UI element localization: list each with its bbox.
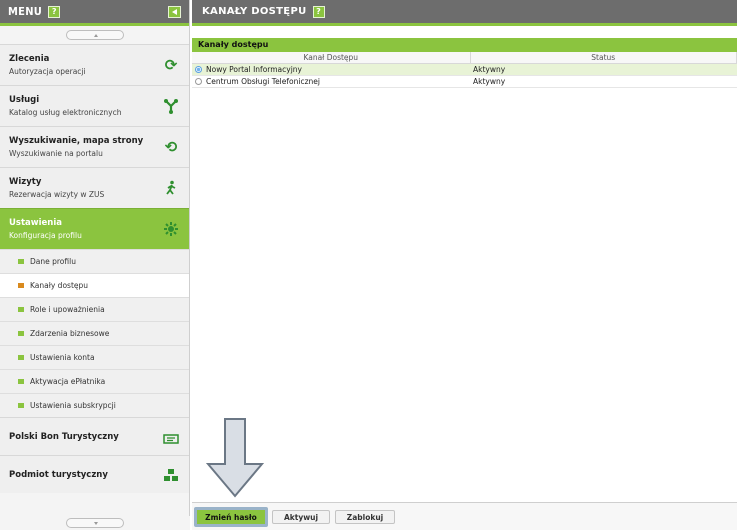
sub-item-label: Role i upoważnienia — [30, 305, 105, 314]
menu-item-title: Ustawienia — [9, 218, 62, 228]
table-cell-channel: Nowy Portal Informacyjny — [192, 63, 470, 76]
bullet-icon — [18, 331, 24, 336]
menu-item-subtitle: Katalog usług elektronicznych — [9, 108, 122, 117]
bullet-icon — [18, 355, 24, 360]
refresh-icon: ⟳ — [164, 56, 178, 74]
scroll-up-button[interactable] — [65, 30, 124, 40]
row-radio-button[interactable] — [195, 66, 202, 73]
sub-item-label: Dane profilu — [30, 257, 76, 266]
group-icon — [163, 468, 179, 484]
sub-item-kanaly-dostepu[interactable]: Kanały dostępu — [0, 273, 189, 297]
sub-item-zdarzenia[interactable]: Zdarzenia biznesowe — [0, 321, 189, 345]
menu-item-bon-turystyczny[interactable]: Polski Bon Turystyczny — [0, 417, 189, 455]
sub-item-ustawienia-konta[interactable]: Ustawienia konta — [0, 345, 189, 369]
sidebar-header: MENU ? — [0, 0, 189, 26]
menu-item-title: Polski Bon Turystyczny — [9, 431, 119, 442]
main-header: KANAŁY DOSTĘPU ? — [192, 0, 737, 26]
sub-item-label: Kanały dostępu — [30, 281, 89, 290]
sidebar-bottom — [0, 516, 190, 530]
table-row[interactable]: Nowy Portal Informacyjny Aktywny — [192, 63, 737, 76]
menu-item-subtitle: Konfiguracja profilu — [9, 231, 82, 240]
block-button[interactable]: Zablokuj — [335, 510, 395, 524]
menu-item-subtitle: Autoryzacja operacji — [9, 67, 86, 76]
bullet-icon — [18, 259, 24, 264]
menu-item-title: Usługi — [9, 95, 40, 105]
chevron-down-icon — [94, 522, 98, 525]
help-icon[interactable]: ? — [312, 5, 325, 18]
table-header-row: Kanał Dostępu Status — [192, 52, 737, 64]
table-cell-status: Aktywny — [470, 63, 737, 76]
panel-title: Kanały dostępu — [192, 38, 737, 52]
bullet-icon — [18, 283, 24, 288]
bullet-icon — [18, 379, 24, 384]
menu-item-title: Wyszukiwanie, mapa strony — [9, 136, 144, 146]
sub-item-label: Zdarzenia biznesowe — [30, 329, 110, 338]
menu-item-subtitle: Wyszukiwanie na portalu — [9, 149, 103, 158]
sidebar-title: MENU — [8, 5, 43, 18]
menu-item-ustawienia[interactable]: Ustawienia Konfiguracja profilu — [0, 208, 189, 249]
main-content: KANAŁY DOSTĘPU ? Kanały dostępu Kanał Do… — [192, 0, 737, 530]
sidebar-menu: MENU ? Zlecenia Autoryzacja operacji ⟳ U… — [0, 0, 190, 530]
row-radio-button[interactable] — [195, 78, 202, 85]
scroll-down-button[interactable] — [66, 518, 124, 528]
collapse-sidebar-icon[interactable] — [168, 5, 181, 18]
sub-item-label: Ustawienia konta — [30, 353, 95, 362]
table-row[interactable]: Centrum Obsługi Telefonicznej Aktywny — [192, 75, 737, 88]
menu-item-uslugi[interactable]: Usługi Katalog usług elektronicznych — [0, 85, 189, 126]
sub-item-aktywacja-eplatnika[interactable]: Aktywacja ePłatnika — [0, 369, 189, 393]
menu-item-title: Podmiot turystyczny — [9, 469, 108, 480]
sub-item-label: Aktywacja ePłatnika — [30, 377, 106, 386]
menu-item-podmiot-turystyczny[interactable]: Podmiot turystyczny — [0, 455, 189, 493]
chevron-up-icon — [93, 34, 98, 37]
menu-item-subtitle: Rezerwacja wizyty w ZUS — [9, 190, 105, 199]
channel-name: Centrum Obsługi Telefonicznej — [206, 76, 320, 86]
action-bar: Zmień hasło Aktywuj Zablokuj — [192, 502, 737, 530]
menu-item-zlecenia[interactable]: Zlecenia Autoryzacja operacji ⟳ — [0, 44, 189, 85]
help-icon[interactable]: ? — [48, 5, 61, 18]
network-icon — [163, 98, 179, 114]
activate-button[interactable]: Aktywuj — [272, 510, 330, 524]
channel-name: Nowy Portal Informacyjny — [206, 64, 302, 74]
search-refresh-icon: ⟲ — [164, 138, 178, 156]
column-header-channel[interactable]: Kanał Dostępu — [192, 52, 471, 64]
menu-item-wizyty[interactable]: Wizyty Rezerwacja wizyty w ZUS — [0, 167, 189, 208]
bullet-icon — [18, 403, 24, 408]
sub-item-label: Ustawienia subskrypcji — [30, 401, 116, 410]
change-password-button[interactable]: Zmień hasło — [194, 507, 268, 527]
sub-item-dane-profilu[interactable]: Dane profilu — [0, 249, 189, 273]
voucher-icon — [163, 432, 179, 448]
gear-icon — [163, 221, 179, 237]
menu-item-title: Wizyty — [9, 177, 42, 187]
table-cell-status: Aktywny — [470, 75, 737, 88]
walking-person-icon — [163, 180, 179, 196]
menu-item-title: Zlecenia — [9, 54, 50, 64]
menu-item-wyszukiwanie[interactable]: Wyszukiwanie, mapa strony Wyszukiwanie n… — [0, 126, 189, 167]
column-header-status[interactable]: Status — [470, 52, 737, 64]
table-cell-channel: Centrum Obsługi Telefonicznej — [192, 75, 470, 88]
bullet-icon — [18, 307, 24, 312]
channels-table: Kanał Dostępu Status Nowy Portal Informa… — [192, 52, 737, 88]
pointer-arrow-icon — [206, 418, 264, 498]
sub-item-role[interactable]: Role i upoważnienia — [0, 297, 189, 321]
page-title: KANAŁY DOSTĘPU — [202, 6, 307, 17]
sub-item-subskrypcje[interactable]: Ustawienia subskrypcji — [0, 393, 189, 417]
